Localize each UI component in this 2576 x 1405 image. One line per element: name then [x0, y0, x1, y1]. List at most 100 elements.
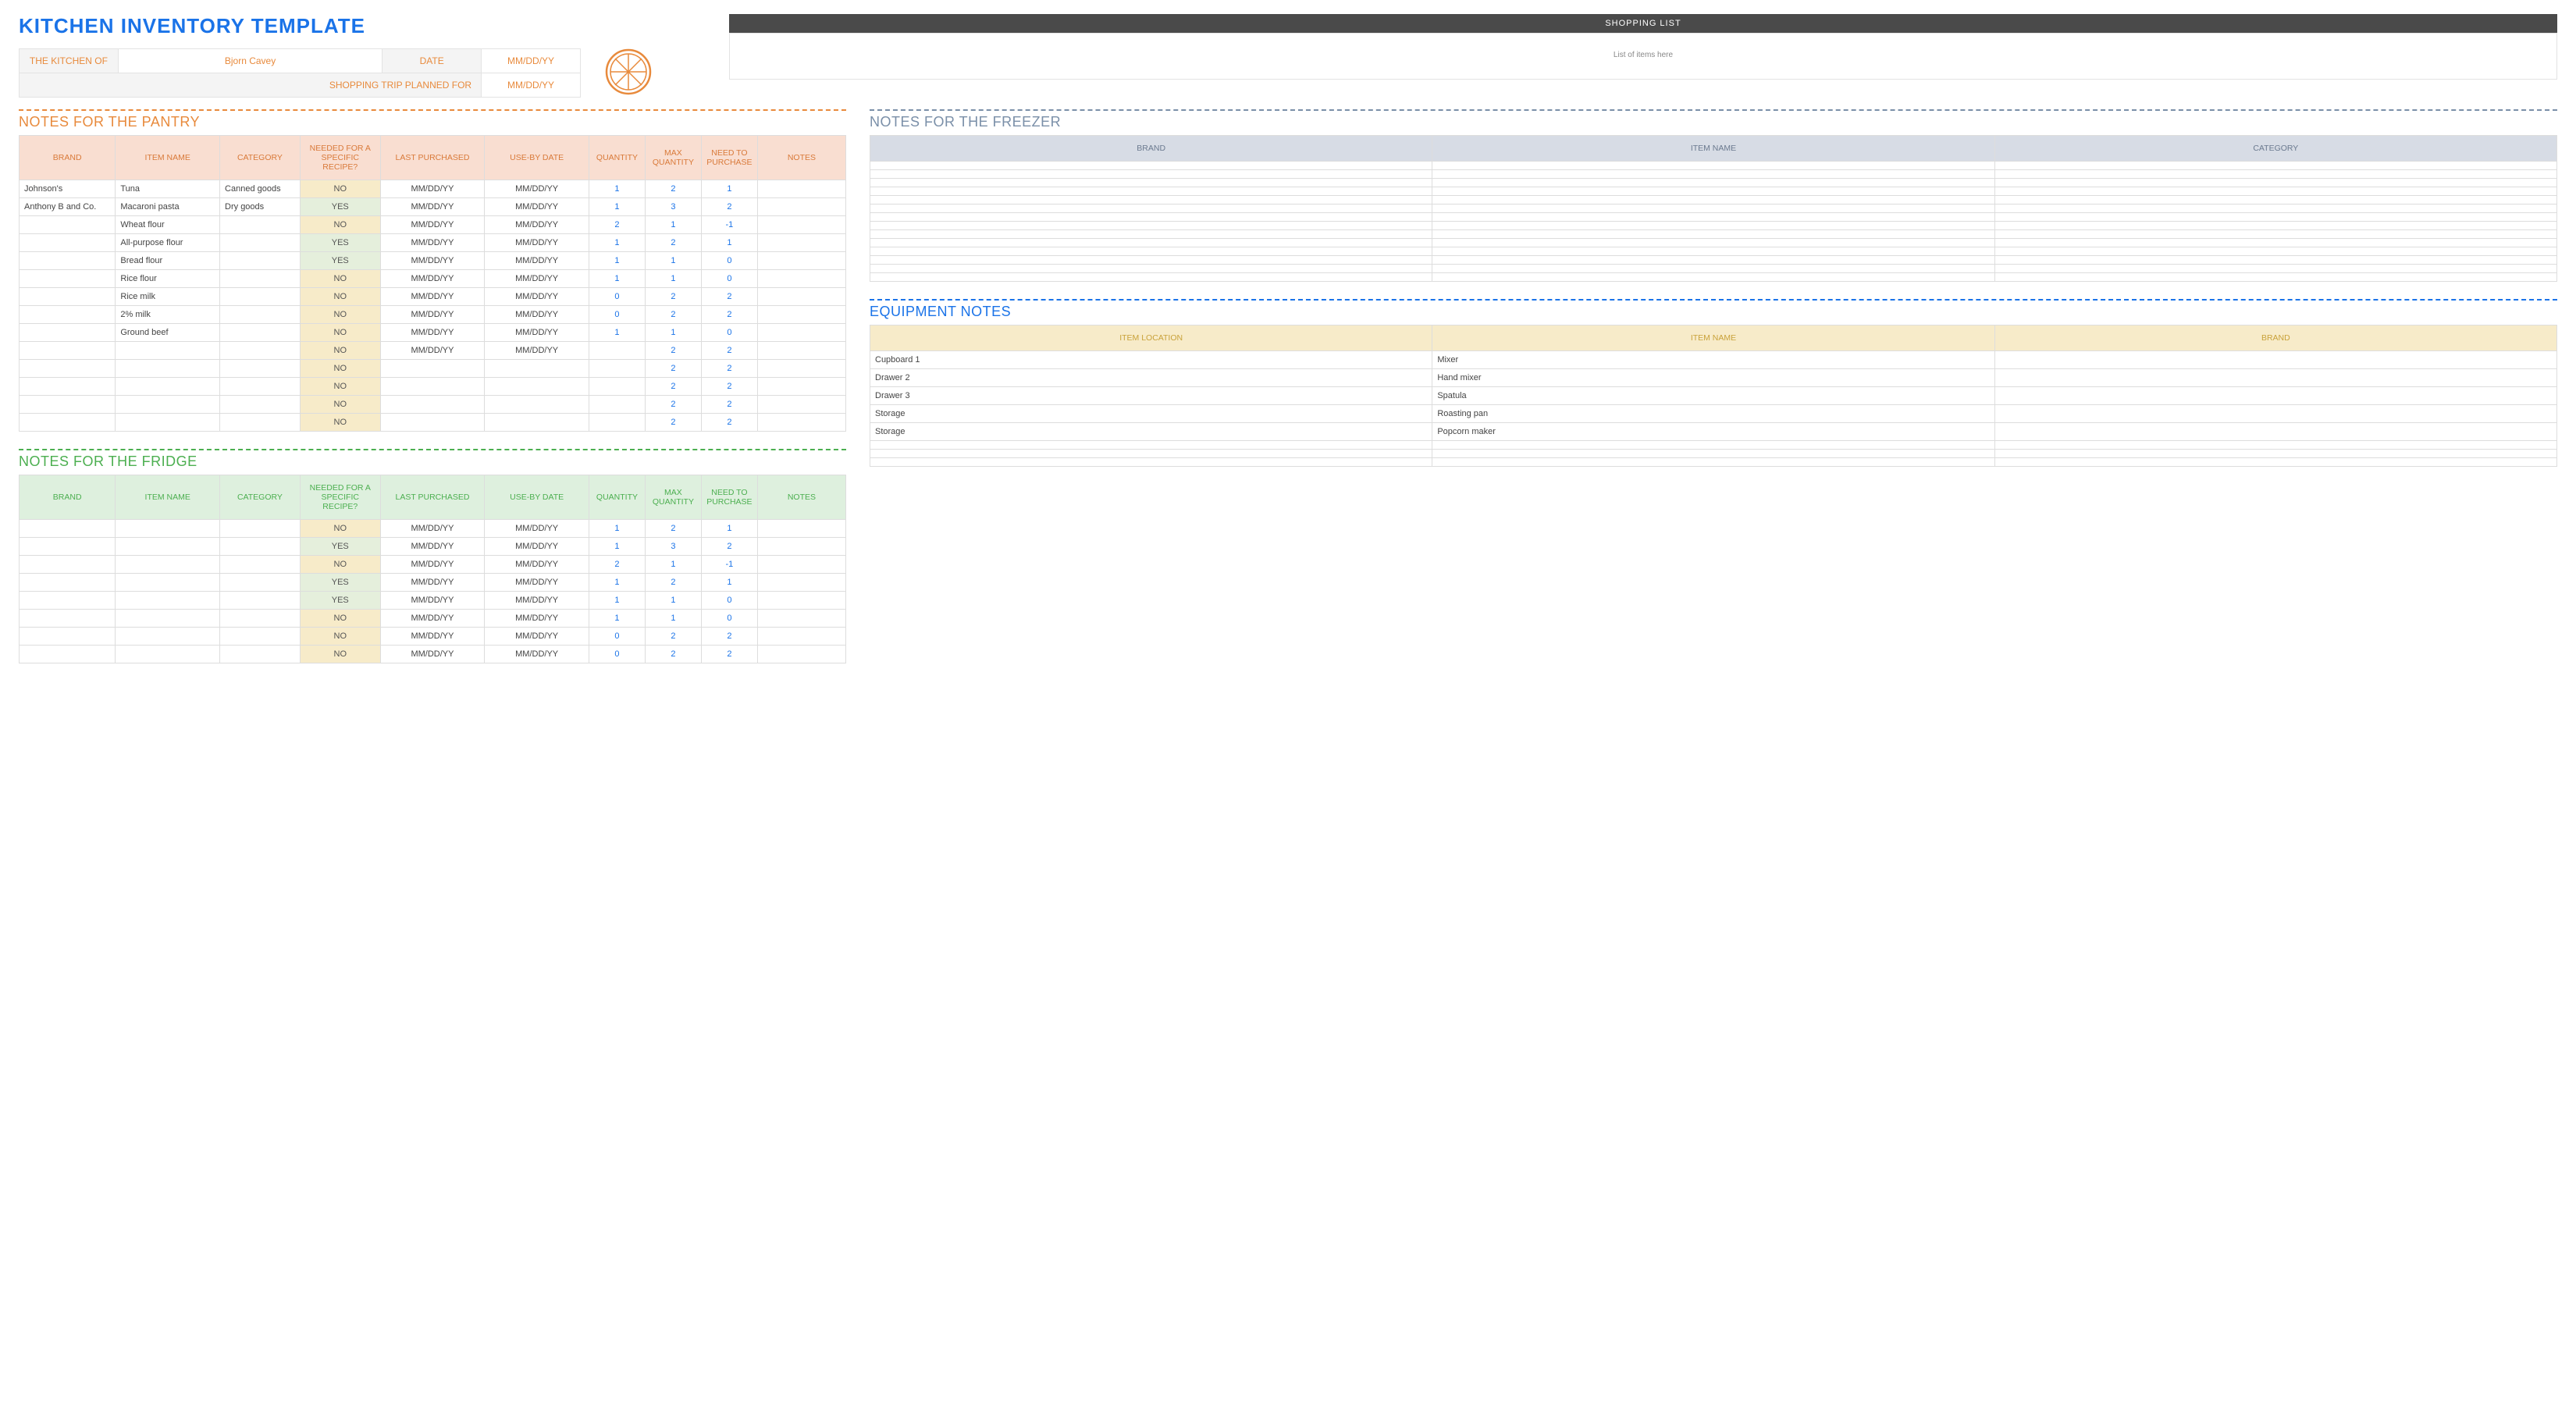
table-cell[interactable] [20, 538, 116, 556]
table-cell[interactable] [220, 414, 301, 432]
table-cell[interactable] [757, 520, 845, 538]
table-cell[interactable] [380, 414, 485, 432]
table-cell[interactable]: 1 [589, 270, 645, 288]
table-cell[interactable] [1432, 273, 1994, 282]
table-cell[interactable] [589, 342, 645, 360]
table-cell[interactable] [116, 574, 220, 592]
table-cell[interactable] [1432, 458, 1994, 467]
table-cell[interactable] [1994, 179, 2556, 187]
table-cell[interactable]: NO [300, 628, 380, 646]
table-cell[interactable]: MM/DD/YY [485, 180, 589, 198]
table-cell[interactable] [1432, 256, 1994, 265]
table-cell[interactable] [20, 520, 116, 538]
table-cell[interactable] [870, 170, 1432, 179]
table-cell[interactable] [220, 288, 301, 306]
table-cell[interactable] [1432, 450, 1994, 458]
table-cell[interactable]: 2 [645, 180, 701, 198]
table-cell[interactable] [116, 360, 220, 378]
table-cell[interactable] [757, 252, 845, 270]
table-cell[interactable]: 1 [645, 216, 701, 234]
table-cell[interactable]: 1 [589, 324, 645, 342]
table-cell[interactable] [870, 230, 1432, 239]
table-cell[interactable]: NO [300, 378, 380, 396]
table-cell[interactable]: MM/DD/YY [380, 556, 485, 574]
table-cell[interactable]: MM/DD/YY [380, 610, 485, 628]
table-cell[interactable]: 1 [589, 610, 645, 628]
table-cell[interactable]: 2 [701, 378, 757, 396]
table-cell[interactable]: MM/DD/YY [380, 342, 485, 360]
table-cell[interactable]: 2% milk [116, 306, 220, 324]
table-cell[interactable] [1994, 351, 2556, 369]
table-cell[interactable] [485, 378, 589, 396]
table-cell[interactable]: 2 [701, 538, 757, 556]
table-cell[interactable]: 2 [645, 378, 701, 396]
table-cell[interactable] [757, 342, 845, 360]
table-cell[interactable]: MM/DD/YY [380, 216, 485, 234]
table-cell[interactable] [116, 414, 220, 432]
table-cell[interactable]: 1 [645, 324, 701, 342]
table-cell[interactable] [20, 306, 116, 324]
table-cell[interactable]: NO [300, 216, 380, 234]
table-cell[interactable]: 2 [645, 288, 701, 306]
table-cell[interactable]: -1 [701, 216, 757, 234]
table-cell[interactable]: MM/DD/YY [380, 270, 485, 288]
table-cell[interactable]: Ground beef [116, 324, 220, 342]
shopping-list-body[interactable]: List of items here [729, 33, 2557, 80]
table-cell[interactable] [220, 538, 301, 556]
table-cell[interactable] [116, 646, 220, 663]
table-cell[interactable]: MM/DD/YY [485, 556, 589, 574]
table-cell[interactable]: NO [300, 520, 380, 538]
table-cell[interactable] [870, 213, 1432, 222]
table-cell[interactable] [20, 270, 116, 288]
table-cell[interactable] [1994, 222, 2556, 230]
table-cell[interactable] [870, 187, 1432, 196]
table-cell[interactable]: 1 [701, 574, 757, 592]
table-cell[interactable] [870, 222, 1432, 230]
table-cell[interactable] [870, 205, 1432, 213]
table-cell[interactable]: 0 [589, 306, 645, 324]
table-cell[interactable] [485, 396, 589, 414]
table-cell[interactable] [1432, 179, 1994, 187]
table-cell[interactable]: 2 [645, 574, 701, 592]
table-cell[interactable]: MM/DD/YY [380, 520, 485, 538]
table-cell[interactable] [1432, 187, 1994, 196]
table-cell[interactable]: All-purpose flour [116, 234, 220, 252]
table-cell[interactable] [116, 592, 220, 610]
table-cell[interactable] [1432, 239, 1994, 247]
table-cell[interactable] [20, 360, 116, 378]
table-cell[interactable] [20, 378, 116, 396]
table-cell[interactable]: 2 [701, 306, 757, 324]
table-cell[interactable]: 1 [589, 252, 645, 270]
table-cell[interactable] [757, 378, 845, 396]
table-cell[interactable]: YES [300, 198, 380, 216]
table-cell[interactable]: 1 [701, 234, 757, 252]
table-cell[interactable]: NO [300, 342, 380, 360]
table-cell[interactable]: YES [300, 592, 380, 610]
table-cell[interactable] [220, 360, 301, 378]
table-cell[interactable] [1994, 256, 2556, 265]
table-cell[interactable] [757, 592, 845, 610]
table-cell[interactable] [870, 273, 1432, 282]
table-cell[interactable]: Storage [870, 405, 1432, 423]
table-cell[interactable]: MM/DD/YY [380, 252, 485, 270]
table-cell[interactable]: Popcorn maker [1432, 423, 1994, 441]
table-cell[interactable]: 0 [701, 270, 757, 288]
table-cell[interactable] [20, 556, 116, 574]
table-cell[interactable] [1994, 265, 2556, 273]
table-cell[interactable] [1432, 441, 1994, 450]
table-cell[interactable]: 2 [701, 360, 757, 378]
table-cell[interactable]: MM/DD/YY [380, 234, 485, 252]
table-cell[interactable]: NO [300, 556, 380, 574]
table-cell[interactable]: 1 [589, 538, 645, 556]
table-cell[interactable] [20, 592, 116, 610]
table-cell[interactable] [757, 288, 845, 306]
table-cell[interactable] [589, 396, 645, 414]
table-cell[interactable]: MM/DD/YY [485, 646, 589, 663]
table-cell[interactable]: 3 [645, 198, 701, 216]
table-cell[interactable]: MM/DD/YY [380, 646, 485, 663]
table-cell[interactable] [380, 360, 485, 378]
table-cell[interactable]: NO [300, 414, 380, 432]
table-cell[interactable]: 2 [645, 520, 701, 538]
table-cell[interactable] [220, 646, 301, 663]
date-value[interactable]: MM/DD/YY [482, 49, 581, 73]
